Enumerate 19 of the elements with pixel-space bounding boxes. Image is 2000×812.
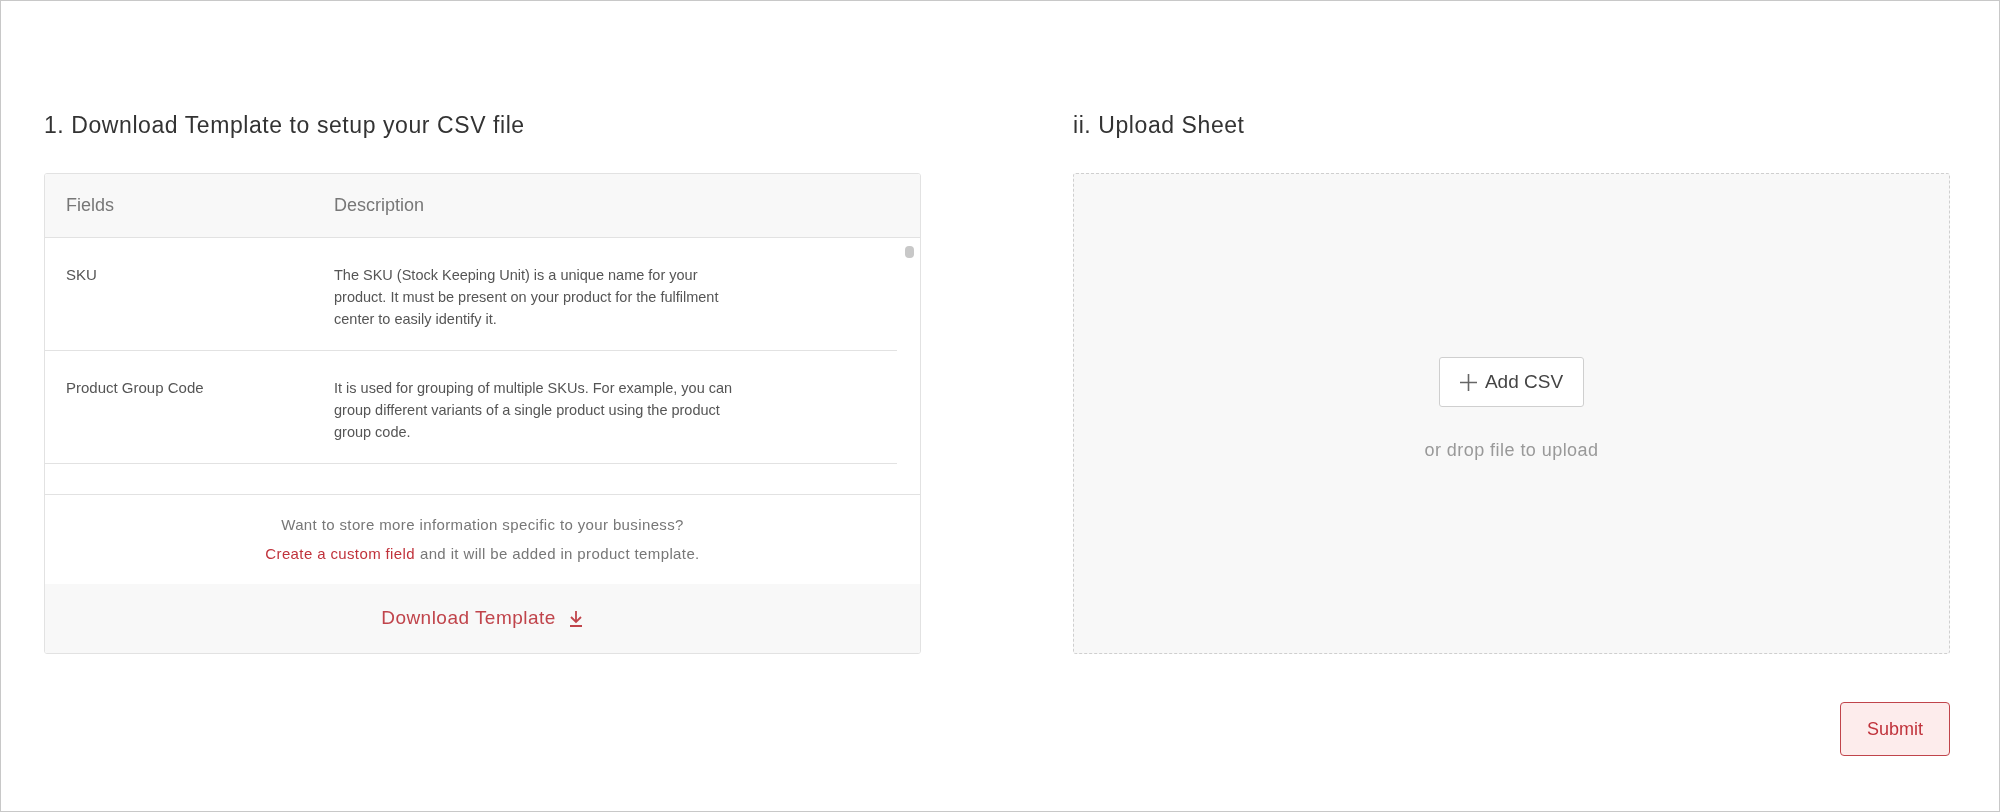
download-icon — [567, 610, 584, 627]
field-description: It is used for grouping of multiple SKUs. For example, you can group different variants of a single product using the product group code. — [334, 379, 734, 442]
field-description: The SKU (Stock Keeping Unit) is a unique name for your product. It must be present on your product for the fulfilment center to easily identify it. — [334, 266, 720, 329]
section-title: 1. Download Template to setup your CSV file — [44, 111, 526, 139]
custom-field-link[interactable]: Create a custom field — [265, 542, 415, 565]
add-csv-button[interactable]: Add CSV — [1438, 357, 1585, 407]
upload-dropzone[interactable]: Add CSV or drop file to upload — [1073, 173, 1950, 654]
plus-icon — [1459, 373, 1477, 391]
field-name: Product Group Code — [65, 378, 205, 398]
info-text: Want to store more information specific to your business? — [281, 515, 684, 535]
drop-hint: or drop file to upload — [1424, 439, 1599, 462]
column-header: Fields — [65, 194, 115, 217]
column-header: Description — [334, 194, 425, 217]
scrollbar-thumb[interactable] — [905, 246, 914, 258]
info-text: and it will be added in product template. — [419, 543, 700, 564]
download-template-button[interactable]: Download Template — [381, 604, 584, 633]
submit-button[interactable]: Submit — [1840, 702, 1950, 756]
section-title: ii. Upload Sheet — [1073, 111, 1246, 139]
field-name: SKU — [65, 265, 98, 285]
